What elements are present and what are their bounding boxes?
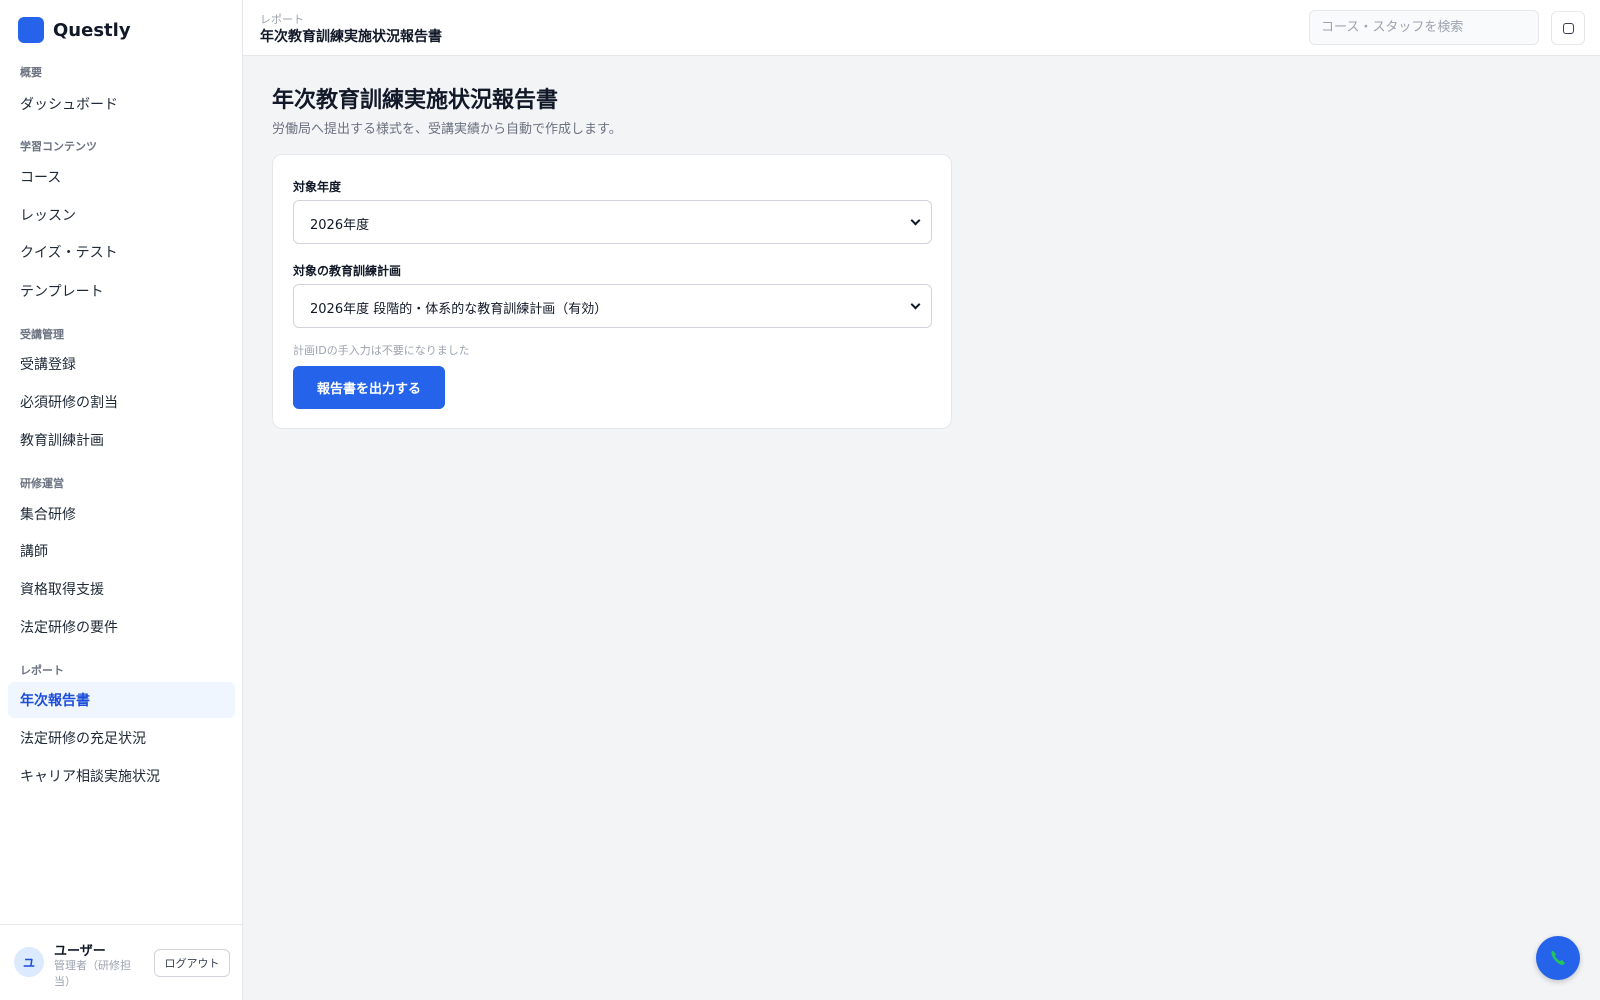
sidebar-item-training-plans[interactable]: 教育訓練計画 [8,422,235,458]
sidebar-item-courses[interactable]: コース [8,159,235,195]
brand-name: Questly [53,19,131,41]
nav-section-content: 学習コンテンツ [20,140,97,153]
phone-icon [1551,951,1565,965]
brand[interactable]: Questly [18,16,131,44]
sidebar-item-dashboard[interactable]: ダッシュボード [8,86,235,122]
square-icon [1562,22,1574,34]
plan-hint: 計画IDの手入力は不要になりました [293,344,470,357]
sidebar: Questly 概要 ダッシュボード 学習コンテンツ コース レッスン クイズ・… [0,0,243,1000]
nav-section-overview: 概要 [20,66,42,79]
user-role: 管理者（研修担当） [54,959,131,988]
chevron-down-icon [910,215,921,226]
plan-select-value: 2026年度 段階的・体系的な教育訓練計画（有効） [310,302,608,317]
sidebar-item-required-training[interactable]: 必須研修の割当 [8,384,235,420]
year-label: 対象年度 [293,180,342,194]
sidebar-item-enrollment[interactable]: 受講登録 [8,346,235,382]
nav-section-enrollment: 受講管理 [20,328,64,341]
page-subtitle: 労働局へ提出する様式を、受講実績から自動で作成します。 [272,122,622,137]
sidebar-item-instructors[interactable]: 講師 [8,533,235,569]
sidebar-item-templates[interactable]: テンプレート [8,273,235,309]
sidebar-item-career-consultation[interactable]: キャリア相談実施状況 [8,758,235,794]
user-name: ユーザー [54,944,106,959]
breadcrumb[interactable]: レポート [260,11,304,27]
sidebar-item-certification-support[interactable]: 資格取得支援 [8,571,235,607]
top-header: レポート 年次教育訓練実施状況報告書 [243,0,1600,56]
sidebar-item-lessons[interactable]: レッスン [8,197,235,233]
header-action-button[interactable] [1551,11,1585,45]
chevron-down-icon [910,299,921,310]
page-title: 年次教育訓練実施状況報告書 [272,88,559,113]
avatar: ユ [14,947,44,977]
export-report-button[interactable]: 報告書を出力する [293,366,445,409]
sidebar-item-group-training[interactable]: 集合研修 [8,496,235,532]
sidebar-item-quizzes[interactable]: クイズ・テスト [8,234,235,270]
plan-label: 対象の教育訓練計画 [293,264,402,278]
sidebar-item-annual-report[interactable]: 年次報告書 [8,682,235,718]
nav-section-operations: 研修運営 [20,477,64,490]
plan-select[interactable]: 2026年度 段階的・体系的な教育訓練計画（有効） [293,284,932,328]
year-select-value: 2026年度 [310,218,370,233]
nav-section-reports: レポート [20,664,64,677]
header-title: 年次教育訓練実施状況報告書 [260,29,442,45]
chat-fab-button[interactable] [1536,936,1580,980]
brand-logo-icon [18,17,44,43]
sidebar-item-legal-compliance[interactable]: 法定研修の充足状況 [8,720,235,756]
logout-button[interactable]: ログアウト [154,949,230,977]
sidebar-footer: ユ ユーザー 管理者（研修担当） ログアウト [0,924,243,1000]
search-input[interactable] [1309,10,1539,45]
report-form-card: 対象年度 2026年度 対象の教育訓練計画 2026年度 段階的・体系的な教育訓… [272,154,952,429]
sidebar-item-legal-requirements[interactable]: 法定研修の要件 [8,609,235,645]
year-select[interactable]: 2026年度 [293,200,932,244]
